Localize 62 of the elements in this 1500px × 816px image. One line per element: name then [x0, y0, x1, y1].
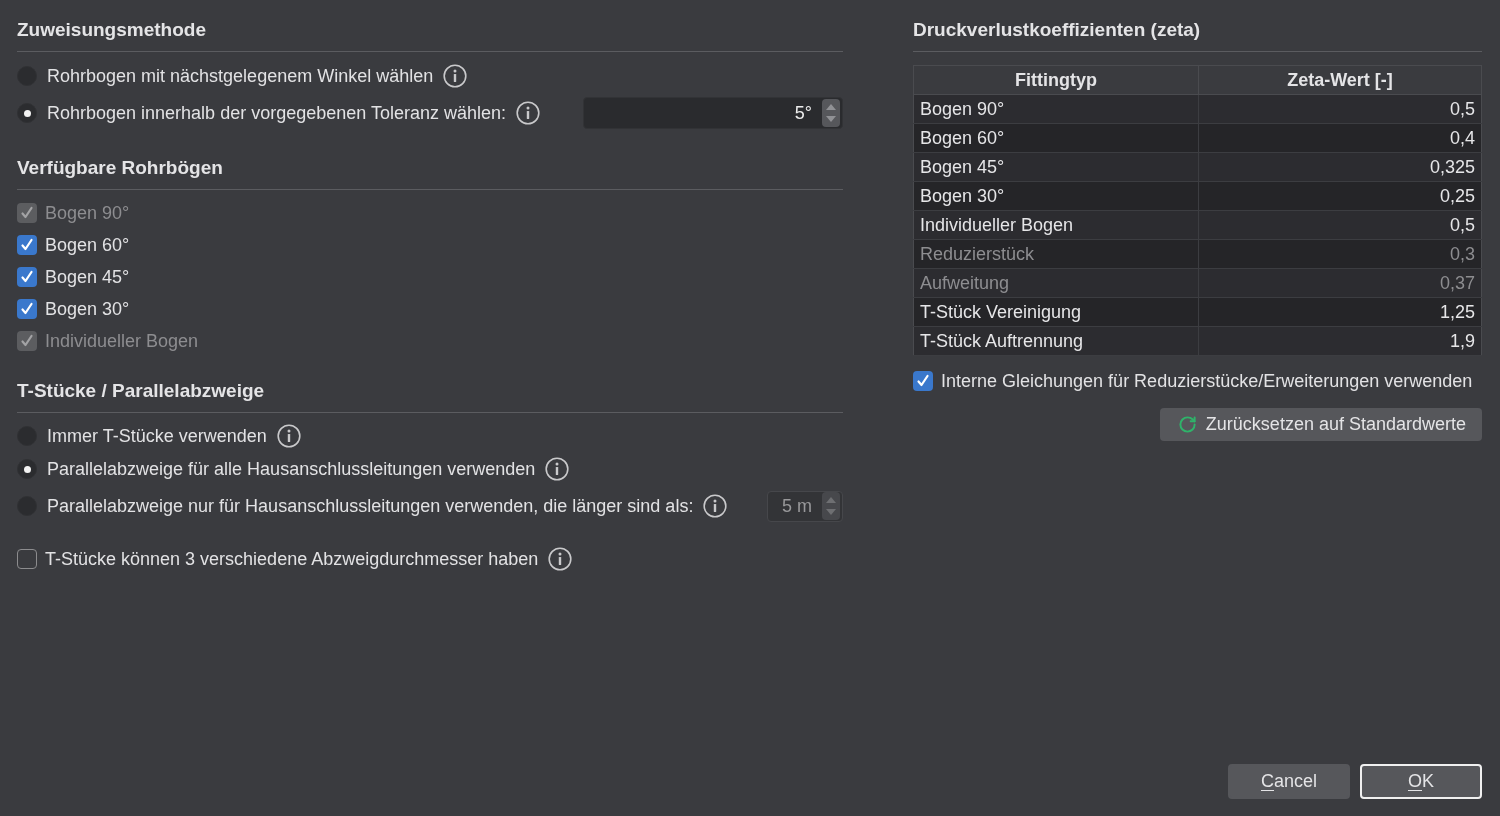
info-icon[interactable]: [516, 101, 540, 125]
radio-button[interactable]: [17, 459, 37, 479]
radio-label: Immer T-Stücke verwenden: [47, 424, 267, 448]
info-icon[interactable]: [548, 547, 573, 571]
checkbox-label: Interne Gleichungen für Reduzierstücke/Erweiterungen verwenden: [941, 369, 1473, 393]
section-heading: T-Stücke / Parallelabzweige: [17, 379, 266, 403]
table-cell: Individueller Bogen: [913, 210, 1199, 240]
table-cell: 0,4: [1198, 123, 1482, 153]
table-cell: 0,37: [1198, 268, 1482, 298]
number-field[interactable]: 5°: [583, 97, 843, 129]
table-row[interactable]: T-Stück Auftrennung 1,9: [913, 326, 1482, 356]
radio-label: Parallelabzweige für alle Hausanschlussleitungen verwenden: [47, 457, 536, 481]
radio-label: Parallelabzweige nur für Hausanschlussleitungen verwenden, die länger sind als:: [47, 494, 694, 518]
table-cell: 0,5: [1198, 94, 1482, 124]
stepper-icon[interactable]: [822, 99, 840, 127]
checkbox-label: Individueller Bogen: [45, 329, 199, 353]
checkbox-label: Bogen 60°: [45, 233, 130, 257]
table-cell: Bogen 45°: [913, 152, 1199, 182]
checkbox-label: T-Stücke können 3 verschiedene Abzweigdurchmesser haben: [45, 547, 539, 571]
column-header: Zeta-Wert [-]: [1198, 65, 1482, 95]
table-cell: Aufweitung: [913, 268, 1199, 298]
dialog-button[interactable]: OK: [1360, 764, 1482, 799]
section-heading: Verfügbare Rohrbögen: [17, 156, 224, 180]
table-cell: Bogen 60°: [913, 123, 1199, 153]
refresh-icon: [1177, 415, 1197, 434]
table-row[interactable]: Bogen 90° 0,5: [913, 94, 1482, 124]
reset-button[interactable]: Zurücksetzen auf Standardwerte: [1159, 408, 1482, 441]
column-header: Fittingtyp: [913, 65, 1199, 95]
checkbox-label: Bogen 30°: [45, 297, 130, 321]
table-cell: T-Stück Vereinigung: [913, 297, 1199, 327]
table-cell: 0,3: [1198, 239, 1482, 269]
checkbox[interactable]: [17, 299, 37, 319]
info-icon[interactable]: [703, 494, 728, 518]
checkbox[interactable]: [17, 267, 37, 287]
checkbox[interactable]: [17, 549, 37, 569]
table-row[interactable]: Bogen 60° 0,4: [913, 123, 1482, 153]
table-cell: Bogen 90°: [913, 94, 1199, 124]
table-cell: T-Stück Auftrennung: [913, 326, 1199, 356]
checkbox-label: Bogen 90°: [45, 201, 130, 225]
radio-button[interactable]: [17, 103, 37, 123]
radio-label: Rohrbogen innerhalb der vorgegebenen Toleranz wählen:: [47, 101, 506, 125]
table-cell: 1,9: [1198, 326, 1482, 356]
table-cell: 0,325: [1198, 152, 1482, 182]
table-cell: Bogen 30°: [913, 181, 1199, 211]
section-heading: Zuweisungsmethode: [17, 18, 207, 42]
table-row[interactable]: T-Stück Vereinigung 1,25: [913, 297, 1482, 327]
table-row[interactable]: Bogen 30° 0,25: [913, 181, 1482, 211]
info-icon[interactable]: [443, 64, 468, 88]
table-row[interactable]: Bogen 45° 0,325: [913, 152, 1482, 182]
checkbox[interactable]: [913, 371, 933, 391]
table-cell: 0,25: [1198, 181, 1482, 211]
section-heading: Druckverlustkoeffizienten (zeta): [913, 18, 1202, 42]
table-cell: Reduzierstück: [913, 239, 1199, 269]
checkbox[interactable]: [17, 235, 37, 255]
radio-label: Rohrbogen mit nächstgelegenem Winkel wählen: [47, 64, 434, 88]
table-cell: 0,5: [1198, 210, 1482, 240]
table-cell: 1,25: [1198, 297, 1482, 327]
info-icon[interactable]: [545, 457, 570, 481]
dialog-button[interactable]: Cancel: [1228, 764, 1350, 799]
checkbox-label: Bogen 45°: [45, 265, 130, 289]
table-row[interactable]: Individueller Bogen 0,5: [913, 210, 1482, 240]
info-icon[interactable]: [276, 424, 301, 448]
